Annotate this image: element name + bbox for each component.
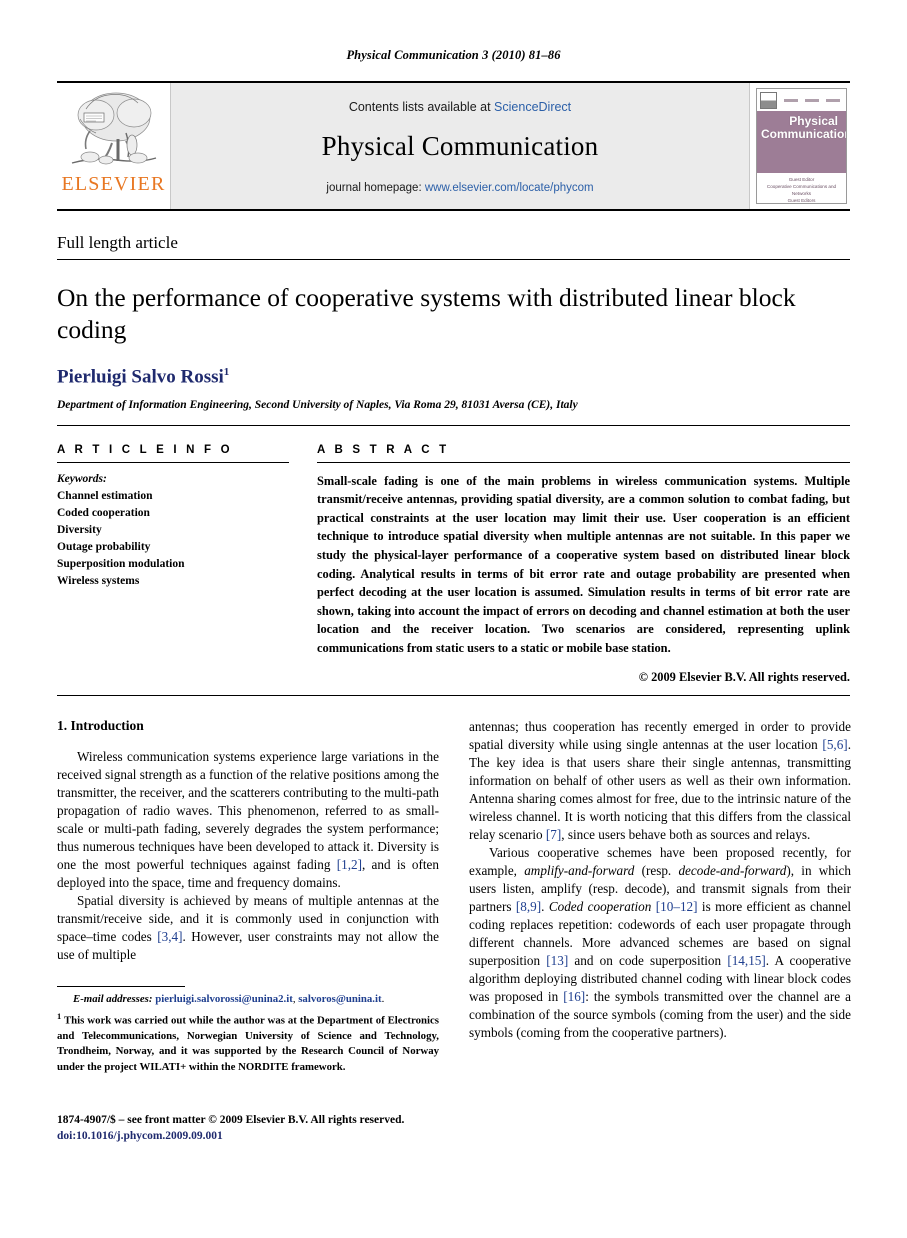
- elsevier-wordmark: ELSEVIER: [61, 173, 166, 195]
- abstract-text: Small-scale fading is one of the main pr…: [317, 473, 850, 656]
- citation-link[interactable]: [7]: [546, 827, 561, 842]
- keywords-label: Keywords:: [57, 472, 107, 485]
- emphasis-text: decode-and-forward: [678, 862, 787, 878]
- journal-title: Physical Communication: [321, 130, 599, 161]
- sciencedirect-link[interactable]: ScienceDirect: [494, 100, 571, 114]
- paragraph: antennas; thus cooperation has recently …: [469, 718, 851, 844]
- cover-title-line2: Communication: [761, 126, 847, 141]
- elsevier-tree-icon: [66, 87, 162, 173]
- page-title: On the performance of cooperative system…: [57, 283, 796, 345]
- front-matter-line: 1874-4907/$ – see front matter © 2009 El…: [57, 1114, 405, 1126]
- article-type-label: Full length article: [57, 233, 850, 260]
- keyword-item: Diversity: [57, 523, 102, 536]
- paper-page: Physical Communication 3 (2010) 81–86 EL…: [0, 0, 907, 1238]
- section-number: 1.: [57, 717, 68, 733]
- info-abstract-row: A R T I C L E I N F O Keywords: Channel …: [57, 444, 850, 685]
- contents-available-line: Contents lists available at ScienceDirec…: [349, 100, 571, 114]
- abstract-bottom-divider: [57, 694, 850, 696]
- elsevier-logo: ELSEVIER: [57, 83, 170, 209]
- paragraph-text: .: [541, 898, 549, 914]
- cover-title-line1: Physical: [789, 114, 838, 128]
- journal-homepage-link[interactable]: www.elsevier.com/locate/phycom: [425, 182, 594, 194]
- cover-chip-icon: [760, 91, 777, 109]
- abstract-copyright: © 2009 Elsevier B.V. All rights reserved…: [638, 669, 850, 684]
- cover-title: Physical Communication: [761, 114, 847, 141]
- journal-cover-thumbnail[interactable]: Physical Communication Guest Editor Coop…: [750, 83, 850, 209]
- article-info-heading: A R T I C L E I N F O: [57, 443, 233, 456]
- body-column-left: 1. Introduction Wireless communication s…: [57, 718, 439, 1076]
- citation-link[interactable]: [16]: [563, 989, 585, 1004]
- author-name[interactable]: Pierluigi Salvo Rossi: [57, 367, 224, 388]
- citation-link[interactable]: [14,15]: [727, 953, 765, 968]
- doi-link[interactable]: doi:10.1016/j.phycom.2009.09.001: [57, 1129, 404, 1145]
- affiliation: Department of Information Engineering, S…: [57, 398, 578, 411]
- footnote-emails: E-mail addresses: pierluigi.salvorossi@u…: [57, 992, 439, 1008]
- keyword-item: Wireless systems: [57, 574, 140, 587]
- header-divider: [57, 424, 850, 426]
- article-info-divider: [57, 461, 289, 463]
- journal-masthead: ELSEVIER Contents lists available at Sci…: [57, 81, 850, 211]
- paragraph-text: (resp.: [634, 862, 679, 878]
- body-column-right: antennas; thus cooperation has recently …: [469, 718, 851, 1076]
- paragraph-text: antennas; thus cooperation has recently …: [469, 718, 851, 752]
- homepage-prefix: journal homepage:: [326, 181, 422, 194]
- footnote-divider: [57, 985, 185, 987]
- emphasis-text: Coded cooperation: [548, 898, 652, 914]
- running-head: Physical Communication 3 (2010) 81–86: [346, 48, 561, 62]
- keyword-item: Channel estimation: [57, 489, 153, 502]
- paragraph: Wireless communication systems experienc…: [57, 748, 439, 892]
- paragraph-text: Wireless communication systems experienc…: [57, 748, 439, 872]
- paragraph: Various cooperative schemes have been pr…: [469, 844, 851, 1042]
- cover-image: Physical Communication Guest Editor Coop…: [756, 88, 847, 204]
- article-info-column: A R T I C L E I N F O Keywords: Channel …: [57, 444, 289, 685]
- abstract-heading: A B S T R A C T: [317, 443, 450, 456]
- cover-sub-line3: Guest Editors: [787, 197, 816, 203]
- footnote-mark: 1: [57, 1010, 62, 1021]
- section-title: Introduction: [70, 717, 144, 733]
- keyword-item: Coded cooperation: [57, 506, 150, 519]
- journal-homepage-line: journal homepage: www.elsevier.com/locat…: [326, 182, 593, 194]
- footnote-block: E-mail addresses: pierluigi.salvorossi@u…: [57, 980, 439, 1076]
- paragraph-text: and on code superposition: [568, 952, 728, 968]
- body-columns: 1. Introduction Wireless communication s…: [57, 718, 851, 1076]
- citation-link[interactable]: [3,4]: [157, 929, 182, 944]
- section-heading-introduction: 1. Introduction: [57, 718, 439, 734]
- citation-link[interactable]: [8,9]: [516, 899, 541, 914]
- cover-sub-line2: Cooperative Communications and Networks: [766, 183, 837, 196]
- author-list: Pierluigi Salvo Rossi1: [57, 366, 850, 388]
- cover-subtitle: Guest Editor Cooperative Communications …: [762, 177, 841, 203]
- cover-sub-line1: Guest Editor: [788, 177, 815, 182]
- citation-link[interactable]: [13]: [546, 953, 568, 968]
- paragraph: Spatial diversity is achieved by means o…: [57, 892, 439, 964]
- abstract-column: A B S T R A C T Small-scale fading is on…: [317, 444, 850, 685]
- email-label: E-mail addresses:: [73, 992, 153, 1005]
- email-link-2[interactable]: salvoros@unina.it: [298, 993, 381, 1005]
- author-footnote-mark[interactable]: 1: [224, 366, 230, 378]
- citation-link[interactable]: [1,2]: [337, 857, 362, 872]
- cover-topbar: [760, 91, 843, 109]
- keywords-list: Keywords: Channel estimation Coded coope…: [57, 471, 289, 590]
- contents-prefix: Contents lists available at: [348, 99, 491, 114]
- cover-dots: [780, 98, 843, 102]
- masthead-center: Contents lists available at ScienceDirec…: [170, 83, 750, 209]
- footnote-text: This work was carried out while the auth…: [57, 1014, 439, 1074]
- keyword-item: Superposition modulation: [57, 557, 185, 570]
- footnote-note: 1 This work was carried out while the au…: [57, 1010, 439, 1076]
- email-link-1[interactable]: pierluigi.salvorossi@unina2.it: [155, 993, 293, 1005]
- colophon: 1874-4907/$ – see front matter © 2009 El…: [57, 1113, 404, 1144]
- citation-link[interactable]: [5,6]: [822, 737, 847, 752]
- citation-link[interactable]: [10–12]: [656, 899, 698, 914]
- email-tail: .: [381, 992, 385, 1005]
- keyword-item: Outage probability: [57, 540, 151, 553]
- paragraph-text: , since users behave both as sources and…: [561, 826, 811, 842]
- abstract-divider: [317, 461, 850, 463]
- emphasis-text: amplify-and-forward: [524, 862, 635, 878]
